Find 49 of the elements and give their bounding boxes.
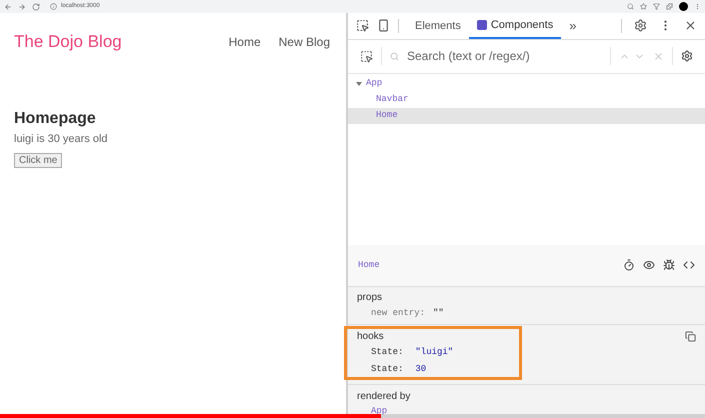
expand-triangle-icon[interactable] <box>356 80 362 87</box>
settings-icon[interactable] <box>681 50 693 62</box>
tree-item[interactable]: Navbar <box>348 92 705 108</box>
devtools-tab[interactable]: Elements <box>407 13 469 39</box>
devtools-tab[interactable]: Components <box>468 13 562 39</box>
click-me-button[interactable]: Click me <box>14 153 62 168</box>
copy-icon[interactable] <box>685 330 696 342</box>
search-icon <box>390 52 399 61</box>
hook-name: State: <box>371 362 404 376</box>
info-icon[interactable] <box>50 3 57 10</box>
profile-avatar-icon[interactable] <box>679 2 688 11</box>
menu-icon[interactable] <box>694 3 701 10</box>
device-toolbar-icon[interactable] <box>377 19 390 32</box>
zoom-icon[interactable] <box>627 3 634 10</box>
video-progress-track[interactable] <box>0 414 705 418</box>
select-component-icon[interactable] <box>360 50 373 63</box>
more-tabs-button[interactable]: » <box>569 16 576 36</box>
react-logo-icon <box>476 20 487 30</box>
back-icon[interactable] <box>4 2 12 10</box>
close-icon[interactable] <box>684 19 697 32</box>
puzzle-icon[interactable] <box>666 3 673 10</box>
section-title: rendered by <box>357 390 412 404</box>
prop-value: "" <box>433 306 444 320</box>
settings-icon[interactable] <box>634 19 647 32</box>
prop-name: new entry: <box>371 306 426 320</box>
owner-link[interactable]: App <box>357 404 696 418</box>
inspect-icon[interactable] <box>356 19 369 32</box>
hook-value: 30 <box>415 362 426 376</box>
section-title: hooks <box>357 330 384 344</box>
section-title: props <box>357 290 384 305</box>
bug-icon[interactable] <box>663 259 675 272</box>
filter-icon[interactable] <box>653 3 660 10</box>
stopwatch-icon[interactable] <box>623 259 635 272</box>
inspected-component-name: Home <box>358 258 380 272</box>
tree-item[interactable]: Home <box>348 108 705 124</box>
site-title[interactable]: The Dojo Blog <box>14 29 122 54</box>
hook-name: State: <box>371 346 404 359</box>
reload-icon[interactable] <box>32 2 40 10</box>
nav-link[interactable]: Home <box>228 32 261 51</box>
nav-link[interactable]: New Blog <box>278 32 330 51</box>
page-heading: Homepage <box>14 108 97 128</box>
tree-item[interactable]: App <box>348 76 705 92</box>
search-field[interactable]: Search (text or /regex/) <box>390 47 602 66</box>
forward-icon[interactable] <box>18 2 26 10</box>
code-icon[interactable] <box>683 259 695 272</box>
star-icon[interactable] <box>640 3 647 10</box>
hook-value: "luigi" <box>415 346 454 359</box>
eye-icon[interactable] <box>643 259 655 272</box>
age-text: luigi is 30 years old <box>14 132 109 146</box>
